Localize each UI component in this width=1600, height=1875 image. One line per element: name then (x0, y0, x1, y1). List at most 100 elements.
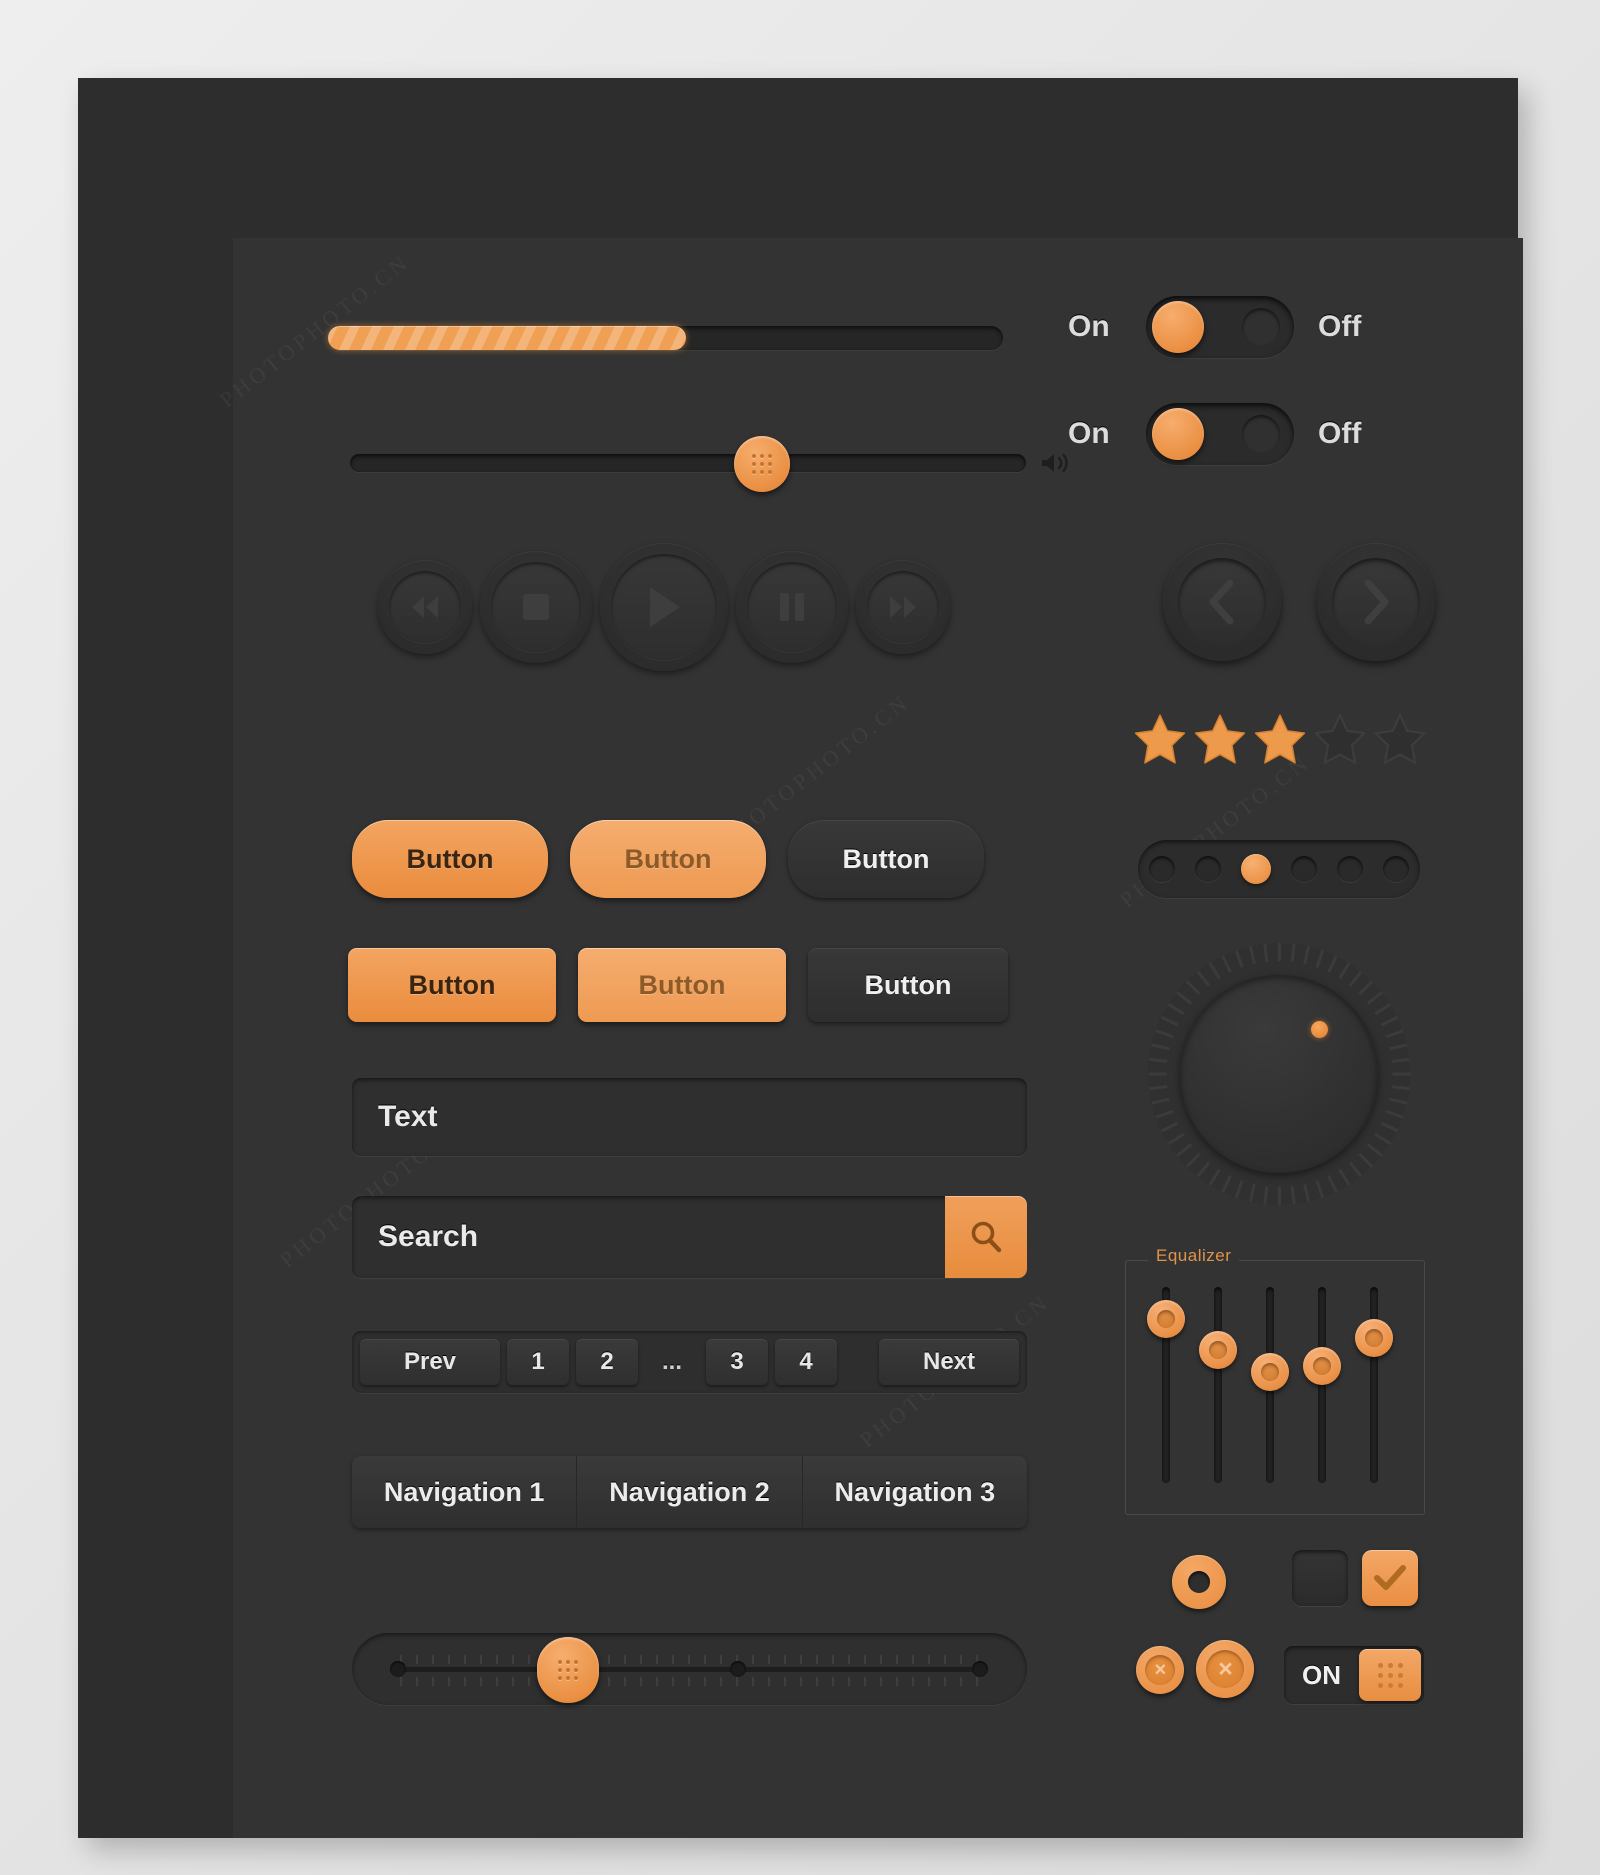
checkbox-checked[interactable] (1362, 1550, 1418, 1606)
toggle-switch-2[interactable]: On Off (1068, 403, 1361, 465)
range-slider[interactable] (352, 1633, 1027, 1705)
knob-tick (1380, 1121, 1398, 1133)
stop-icon (523, 594, 549, 620)
range-tick (912, 1655, 914, 1664)
pause-button[interactable] (736, 551, 848, 663)
volume-slider[interactable] (328, 436, 1068, 492)
knob-body[interactable] (1180, 975, 1378, 1173)
button-secondary-rect[interactable]: Button (578, 948, 786, 1022)
toggle-2-knob[interactable] (1152, 408, 1204, 460)
knob-tick (1148, 1085, 1167, 1091)
search-button[interactable] (945, 1196, 1027, 1278)
range-tick (800, 1655, 802, 1664)
fast-forward-button[interactable] (856, 560, 950, 654)
grip-dots-icon (558, 1660, 578, 1680)
toggle-1-track[interactable] (1146, 296, 1294, 358)
equalizer-slot[interactable] (1214, 1287, 1222, 1483)
knob-tick (1388, 1043, 1408, 1051)
play-button[interactable] (600, 543, 728, 671)
star-icon[interactable] (1193, 713, 1247, 765)
range-stop-mid[interactable] (730, 1661, 746, 1677)
search-input[interactable]: Search (352, 1196, 1027, 1278)
knob-tick (1348, 1161, 1362, 1178)
range-slider-bar (396, 1667, 986, 1672)
equalizer-knob[interactable] (1199, 1331, 1237, 1369)
button-dark-pill[interactable]: Button (788, 820, 984, 898)
next-arrow-button[interactable] (1317, 543, 1435, 661)
toggle-switch-1[interactable]: On Off (1068, 296, 1361, 358)
pager-dot[interactable] (1337, 856, 1363, 882)
knob-tick (1160, 1015, 1178, 1027)
toggle-2-track[interactable] (1146, 403, 1294, 465)
search-input-value: Search (378, 1220, 479, 1253)
equalizer-legend: Equalizer (1148, 1246, 1240, 1266)
radio-button[interactable] (1172, 1555, 1226, 1609)
equalizer-knob[interactable] (1355, 1319, 1393, 1357)
prev-arrow-button[interactable] (1163, 543, 1281, 661)
knob-tick (1314, 1180, 1324, 1199)
button-dark-rect[interactable]: Button (808, 948, 1008, 1022)
nav-tab-2[interactable]: Navigation 2 (577, 1456, 803, 1528)
pagination-page-3[interactable]: 3 (706, 1339, 768, 1385)
knob-tick (1392, 1072, 1410, 1076)
knob-tick (1373, 1132, 1391, 1145)
equalizer-knob[interactable] (1147, 1300, 1185, 1338)
pager-dot[interactable] (1149, 856, 1175, 882)
stop-button[interactable] (480, 551, 592, 663)
equalizer-slot[interactable] (1370, 1287, 1378, 1483)
knob-tick (1150, 1043, 1170, 1051)
knob-tick (1262, 1186, 1268, 1205)
on-toggle[interactable]: ON (1284, 1646, 1424, 1704)
button-secondary-pill[interactable]: Button (570, 820, 766, 898)
range-tick (704, 1655, 706, 1664)
nav-tab-1[interactable]: Navigation 1 (352, 1456, 578, 1528)
pager-dot[interactable] (1291, 856, 1317, 882)
pager-dot[interactable] (1241, 854, 1271, 884)
knob-tick (1208, 1168, 1221, 1186)
star-rating[interactable] (1133, 713, 1427, 765)
range-stop-start[interactable] (390, 1661, 406, 1677)
toggle-1-knob[interactable] (1152, 301, 1204, 353)
range-tick (688, 1677, 690, 1686)
knob-tick (1391, 1057, 1410, 1063)
pagination-prev[interactable]: Prev (360, 1339, 500, 1385)
rotary-knob[interactable] (1148, 943, 1410, 1205)
nav-tab-3[interactable]: Navigation 3 (802, 1456, 1027, 1528)
close-button-small[interactable]: × (1136, 1646, 1184, 1694)
range-tick (416, 1655, 418, 1664)
rewind-button[interactable] (378, 560, 472, 654)
knob-tick (1388, 1097, 1408, 1105)
pagination-page-1[interactable]: 1 (507, 1339, 569, 1385)
checkbox-unchecked[interactable] (1292, 1550, 1348, 1606)
button-primary-rect[interactable]: Button (348, 948, 556, 1022)
range-stop-end[interactable] (972, 1661, 988, 1677)
range-tick (864, 1677, 866, 1686)
volume-slider-handle[interactable] (734, 436, 790, 492)
pager-dot[interactable] (1383, 856, 1409, 882)
button-primary-pill[interactable]: Button (352, 820, 548, 898)
equalizer-knob[interactable] (1303, 1347, 1341, 1385)
on-toggle-handle[interactable] (1359, 1649, 1421, 1701)
pager-dot[interactable] (1195, 856, 1221, 882)
dot-pager[interactable] (1138, 840, 1420, 898)
close-button-large[interactable]: × (1196, 1640, 1254, 1698)
star-icon[interactable] (1313, 713, 1367, 765)
pause-icon (780, 593, 804, 621)
equalizer-slot[interactable] (1318, 1287, 1326, 1483)
star-icon[interactable] (1373, 713, 1427, 765)
pagination-page-2[interactable]: 2 (576, 1339, 638, 1385)
range-slider-handle[interactable] (537, 1637, 599, 1703)
knob-tick (1337, 1168, 1350, 1186)
range-tick (496, 1655, 498, 1664)
knob-tick (1366, 1143, 1383, 1157)
knob-tick (1248, 1183, 1256, 1203)
equalizer-knob[interactable] (1251, 1353, 1289, 1391)
star-icon[interactable] (1133, 713, 1187, 765)
star-icon[interactable] (1253, 713, 1307, 765)
pagination-ellipsis: ... (661, 1348, 682, 1375)
pagination-next[interactable]: Next (879, 1339, 1019, 1385)
volume-slider-track[interactable] (350, 454, 1026, 472)
range-tick (528, 1655, 530, 1664)
pagination-page-4[interactable]: 4 (775, 1339, 837, 1385)
text-input[interactable]: Text (352, 1078, 1027, 1156)
